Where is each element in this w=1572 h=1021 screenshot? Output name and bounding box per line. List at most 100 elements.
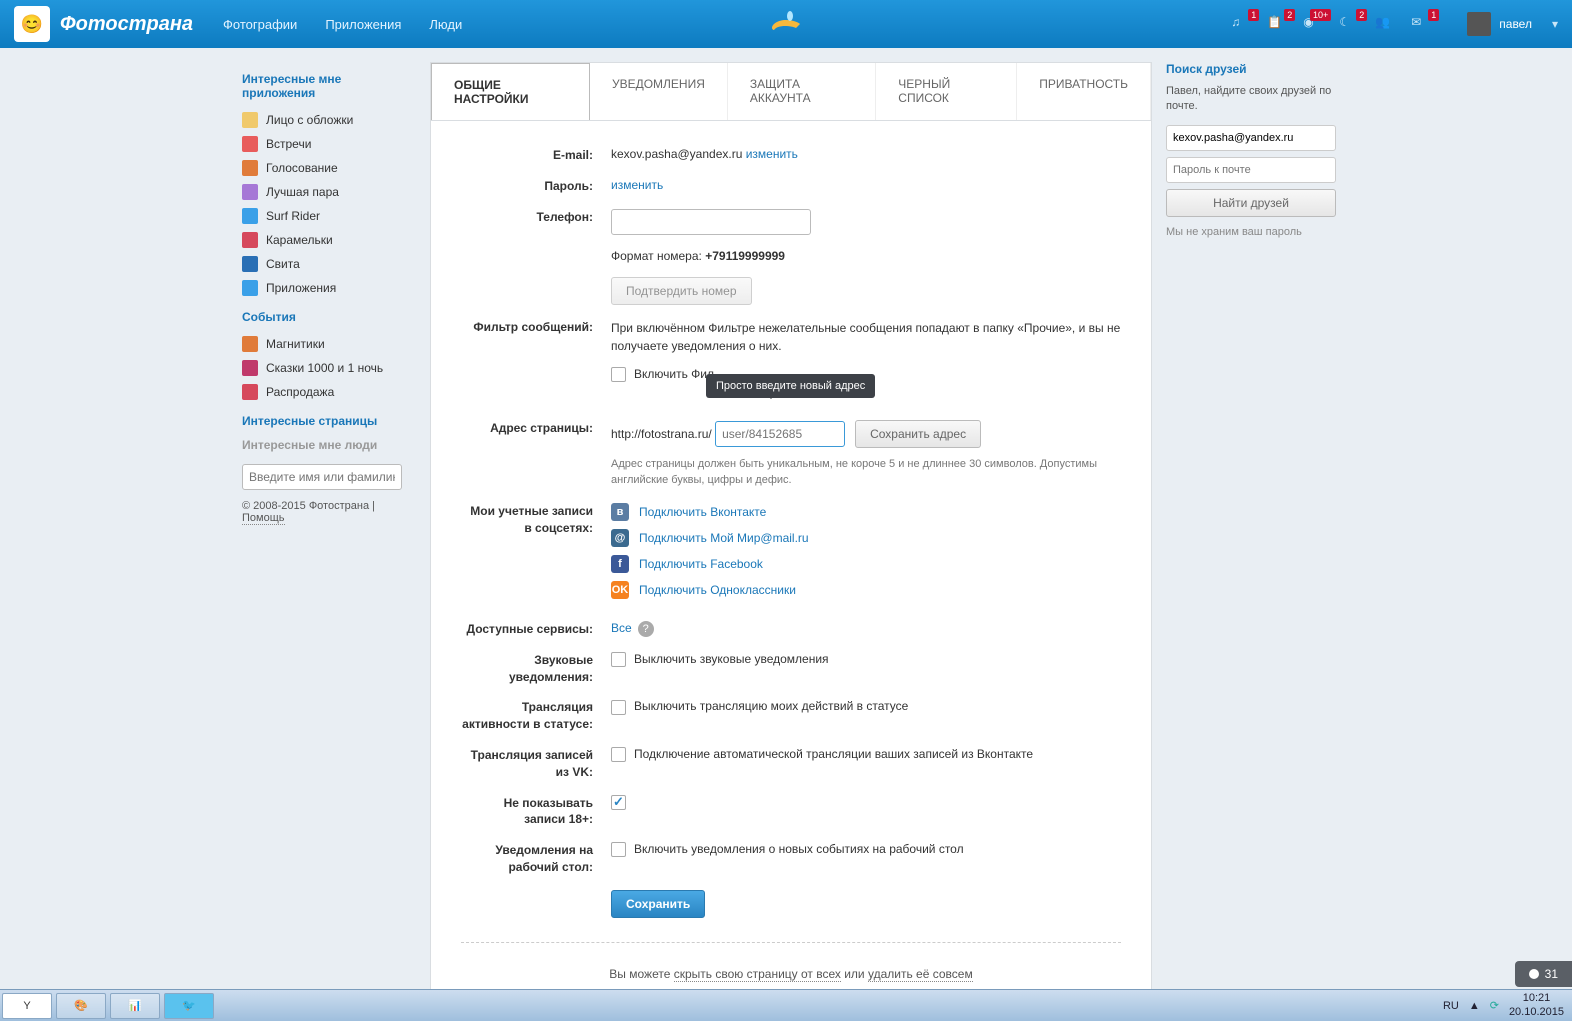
vk-text: Подключение автоматической трансляции ва… xyxy=(634,747,1033,761)
sidebar-item[interactable]: Встречи xyxy=(242,132,416,156)
addr-tooltip: Просто введите новый адрес xyxy=(706,374,875,398)
label-status: Трансляция активности в статусе: xyxy=(461,699,611,733)
right-panel: Поиск друзей Павел, найдите своих друзей… xyxy=(1166,62,1336,1012)
lamp-icon[interactable] xyxy=(766,6,806,42)
sidebar-item[interactable]: Свита xyxy=(242,252,416,276)
adult-checkbox[interactable] xyxy=(611,795,626,810)
top-nav: Фотографии Приложения Люди xyxy=(223,17,462,32)
tray-flag-icon[interactable]: ▲ xyxy=(1469,1000,1480,1012)
sidebar-item[interactable]: Приложения xyxy=(242,276,416,300)
label-address: Адрес страницы: xyxy=(461,420,611,489)
music-icon[interactable]: ♫1 xyxy=(1231,15,1251,33)
ok-icon: OK xyxy=(611,581,629,599)
vk-checkbox[interactable] xyxy=(611,747,626,762)
tray-time: 10:21 xyxy=(1509,992,1564,1005)
help-icon[interactable]: ? xyxy=(638,621,654,637)
tray-date: 20.10.2015 xyxy=(1509,1006,1564,1019)
grid-icon[interactable]: ◉10+ xyxy=(1303,15,1323,33)
label-desktop: Уведомления на рабочий стол: xyxy=(461,842,611,876)
tab-general[interactable]: ОБЩИЕ НАСТРОЙКИ xyxy=(431,63,590,120)
tray-net-icon[interactable]: ⟳ xyxy=(1490,999,1499,1012)
sidebar-search-input[interactable] xyxy=(242,464,402,490)
services-all-link[interactable]: Все xyxy=(611,621,632,635)
status-checkbox[interactable] xyxy=(611,700,626,715)
status-text: Выключить трансляцию моих действий в ста… xyxy=(634,699,908,713)
email-value: kexov.pasha@yandex.ru xyxy=(611,147,742,161)
filter-checkbox[interactable] xyxy=(611,367,626,382)
phone-input[interactable] xyxy=(611,209,811,235)
save-button[interactable]: Сохранить xyxy=(611,890,705,918)
notification-badge[interactable]: 31 xyxy=(1515,961,1572,987)
sidebar-item[interactable]: Голосование xyxy=(242,156,416,180)
label-adult: Не показывать записи 18+: xyxy=(461,795,611,829)
user-name: павел xyxy=(1499,17,1532,31)
nav-apps[interactable]: Приложения xyxy=(325,17,401,32)
tabs: ОБЩИЕ НАСТРОЙКИ УВЕДОМЛЕНИЯ ЗАЩИТА АККАУ… xyxy=(430,62,1152,120)
sidebar-people-title: Интересные мне люди xyxy=(242,438,416,452)
connect-fb[interactable]: Подключить Facebook xyxy=(639,557,763,571)
moon-icon[interactable]: ☾2 xyxy=(1339,15,1359,33)
sidebar-item[interactable]: Карамельки xyxy=(242,228,416,252)
system-tray[interactable]: RU ▲ ⟳ 10:21 20.10.2015 xyxy=(1435,992,1572,1018)
connect-mailru[interactable]: Подключить Мой Мир@mail.ru xyxy=(639,531,809,545)
password-change-link[interactable]: изменить xyxy=(611,178,663,192)
tab-blacklist[interactable]: ЧЕРНЫЙ СПИСОК xyxy=(876,63,1017,120)
taskbar-app-2[interactable]: 🎨 xyxy=(56,993,106,1019)
addr-input[interactable] xyxy=(715,421,845,447)
caret-icon: ▾ xyxy=(1552,17,1558,31)
tab-notifications[interactable]: УВЕДОМЛЕНИЯ xyxy=(590,63,728,120)
lang-indicator[interactable]: RU xyxy=(1443,1000,1459,1012)
sidebar-item[interactable]: Лучшая пара xyxy=(242,180,416,204)
connect-ok[interactable]: Подключить Одноклассники xyxy=(639,583,796,597)
friends-email-input[interactable] xyxy=(1166,125,1336,151)
sidebar-item[interactable]: Лицо с обложки xyxy=(242,108,416,132)
topbar-icons: ♫1 📋2 ◉10+ ☾2 👥 ✉1 павел ▾ xyxy=(1231,12,1558,36)
settings-panel: E-mail: kexov.pasha@yandex.ru изменить П… xyxy=(430,120,1152,1012)
sidebar-item[interactable]: Распродажа xyxy=(242,380,416,404)
taskbar-app-3[interactable]: 📊 xyxy=(110,993,160,1019)
mail-icon[interactable]: ✉1 xyxy=(1411,15,1431,33)
friends-password-input[interactable] xyxy=(1166,157,1336,183)
delete-page-link[interactable]: удалить её совсем xyxy=(868,967,973,982)
sidebar-item[interactable]: Сказки 1000 и 1 ночь xyxy=(242,356,416,380)
brand[interactable]: 😊 Фотострана xyxy=(14,6,193,42)
list-icon[interactable]: 📋2 xyxy=(1267,15,1287,33)
save-addr-button[interactable]: Сохранить адрес xyxy=(855,420,981,448)
right-text: Павел, найдите своих друзей по почте. xyxy=(1166,84,1336,115)
desktop-checkbox[interactable] xyxy=(611,842,626,857)
addr-prefix: http://fotostrana.ru/ xyxy=(611,427,712,441)
taskbar-app-1[interactable]: Y xyxy=(2,993,52,1019)
right-note: Мы не храним ваш пароль xyxy=(1166,225,1336,240)
sound-checkbox[interactable] xyxy=(611,652,626,667)
label-email: E-mail: xyxy=(461,147,611,164)
sidebar-footer: © 2008-2015 Фотострана | Помощь xyxy=(242,500,416,524)
os-taskbar: Y 🎨 📊 🐦 RU ▲ ⟳ 10:21 20.10.2015 xyxy=(0,989,1572,1021)
help-link[interactable]: Помощь xyxy=(242,512,285,525)
nav-photos[interactable]: Фотографии xyxy=(223,17,297,32)
tab-privacy[interactable]: ПРИВАТНОСТЬ xyxy=(1017,63,1151,120)
people-icon[interactable]: 👥 xyxy=(1375,15,1395,33)
label-filter: Фильтр сообщений: xyxy=(461,319,611,406)
label-sound: Звуковые уведомления: xyxy=(461,652,611,686)
label-social: Мои учетные записи в соцсетях: xyxy=(461,503,611,607)
sidebar: Интересные мне приложения Лицо с обложки… xyxy=(236,62,416,1012)
email-change-link[interactable]: изменить xyxy=(746,147,798,161)
label-phone: Телефон: xyxy=(461,209,611,305)
hide-page-link[interactable]: скрыть свою страницу от всех xyxy=(674,967,841,982)
label-services: Доступные сервисы: xyxy=(461,621,611,638)
sidebar-apps-title: Интересные мне приложения xyxy=(242,72,416,100)
taskbar-app-4[interactable]: 🐦 xyxy=(164,993,214,1019)
label-vk: Трансляция записей из VK: xyxy=(461,747,611,781)
tab-security[interactable]: ЗАЩИТА АККАУНТА xyxy=(728,63,876,120)
sound-text: Выключить звуковые уведомления xyxy=(634,652,829,666)
fb-icon: f xyxy=(611,555,629,573)
find-friends-button[interactable]: Найти друзей xyxy=(1166,189,1336,217)
sidebar-events-title: События xyxy=(242,310,416,324)
sidebar-item[interactable]: Магнитики xyxy=(242,332,416,356)
brand-name: Фотострана xyxy=(60,13,193,36)
sidebar-item[interactable]: Surf Rider xyxy=(242,204,416,228)
nav-people[interactable]: Люди xyxy=(429,17,462,32)
connect-vk[interactable]: Подключить Вконтакте xyxy=(639,505,766,519)
user-menu[interactable]: павел ▾ xyxy=(1467,12,1558,36)
confirm-number-button[interactable]: Подтвердить номер xyxy=(611,277,752,305)
